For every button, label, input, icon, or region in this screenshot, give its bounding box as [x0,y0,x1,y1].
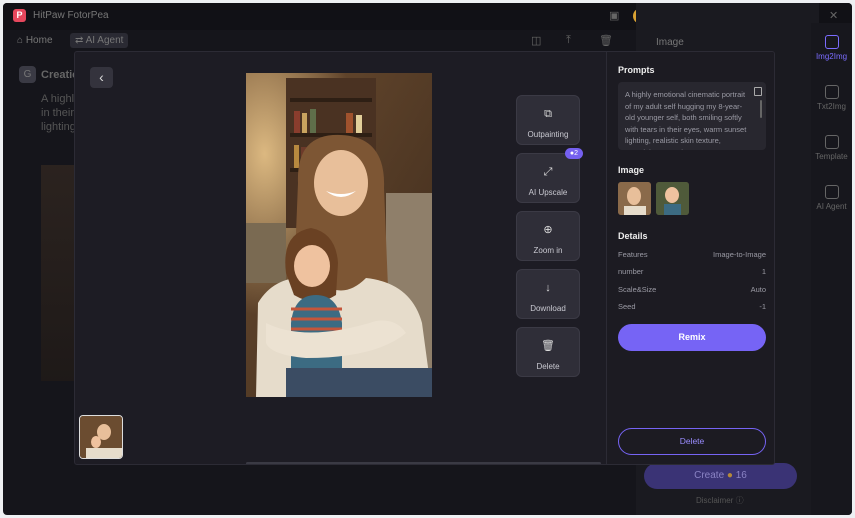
thumb-2-image [656,182,689,215]
remix-button[interactable]: Remix [618,324,766,351]
image-title: Image [618,165,645,175]
txt2img-icon [824,85,839,99]
detail-scale-size: Scale&Size Auto [618,285,766,294]
compare-icon[interactable]: ◫ [531,34,541,47]
upscale-icon: ⤢ [543,166,553,178]
close-icon[interactable]: ✕ [829,9,838,22]
img2img-icon [824,35,839,49]
create-button[interactable]: Create ● 16 [644,463,797,489]
ai-agent-icon [824,185,839,199]
swap-icon: ⇄ [75,35,86,46]
horizontal-scrollbar[interactable] [246,462,601,464]
back-button[interactable]: ‹ [90,67,113,88]
outpainting-button[interactable]: ⧉ Outpainting [516,95,580,145]
upscale-badge: ●2 [565,148,583,159]
info-icon: ⓘ [735,496,744,505]
sidenav-template[interactable]: Template [811,135,852,161]
app-logo-icon: P [13,9,26,22]
prompt-text-box: A highly emotional cinematic portrait of… [618,82,766,150]
source-image-thumb-1[interactable] [618,182,651,215]
delete-tool-button[interactable]: 🗑 Delete [516,327,580,377]
download-icon: ↓ [545,282,551,294]
section-icon: G [19,66,36,83]
image-icon[interactable]: ▣ [609,9,619,22]
image-preview-modal: ‹ ⧉ Outpainting ⤢ AI Upscale ●2 ⊕ Zoom i… [74,51,775,465]
prompt-scrollbar[interactable] [760,100,762,118]
upload-icon[interactable]: ⤒ [566,34,571,47]
result-thumbnail[interactable] [79,415,123,459]
coin-small-icon: ● [726,470,733,481]
nav-ai-agent[interactable]: ⇄ AI Agent [70,33,129,48]
thumb-1-image [618,182,651,215]
outpainting-icon: ⧉ [544,108,552,120]
sidenav-txt2img[interactable]: Txt2Img [811,85,852,111]
trash-icon[interactable]: 🗑 [599,34,613,47]
zoom-in-button[interactable]: ⊕ Zoom in [516,211,580,261]
delete-button[interactable]: Delete [618,428,766,455]
source-image-thumb-2[interactable] [656,182,689,215]
detail-number: number 1 [618,267,766,276]
right-panel-title: Image [656,37,684,48]
photo-illustration [246,73,432,397]
prompts-title: Prompts [618,65,655,75]
app-title: HitPaw FotorPea [33,10,109,21]
info-panel: Prompts A highly emotional cinematic por… [606,52,774,464]
template-icon [824,135,839,149]
sidenav-ai-agent[interactable]: AI Agent [811,185,852,211]
home-icon: ⌂ [17,35,26,46]
ai-upscale-button[interactable]: ⤢ AI Upscale [516,153,580,203]
chevron-left-icon: ‹ [99,69,104,85]
detail-features: Features Image-to-Image [618,250,766,259]
preview-image [246,73,432,397]
trash-icon: 🗑 [541,340,555,352]
thumbnail-image [80,416,122,458]
disclaimer-link[interactable]: Disclaimer ⓘ [696,495,744,506]
download-button[interactable]: ↓ Download [516,269,580,319]
detail-seed: Seed -1 [618,302,766,311]
nav-home[interactable]: ⌂ Home [12,33,58,48]
sidenav-img2img[interactable]: Img2Img [811,35,852,61]
details-title: Details [618,231,648,241]
copy-icon[interactable] [754,87,762,96]
zoom-in-icon: ⊕ [543,224,553,236]
side-nav: Img2Img Txt2Img Template AI Agent [811,23,852,515]
